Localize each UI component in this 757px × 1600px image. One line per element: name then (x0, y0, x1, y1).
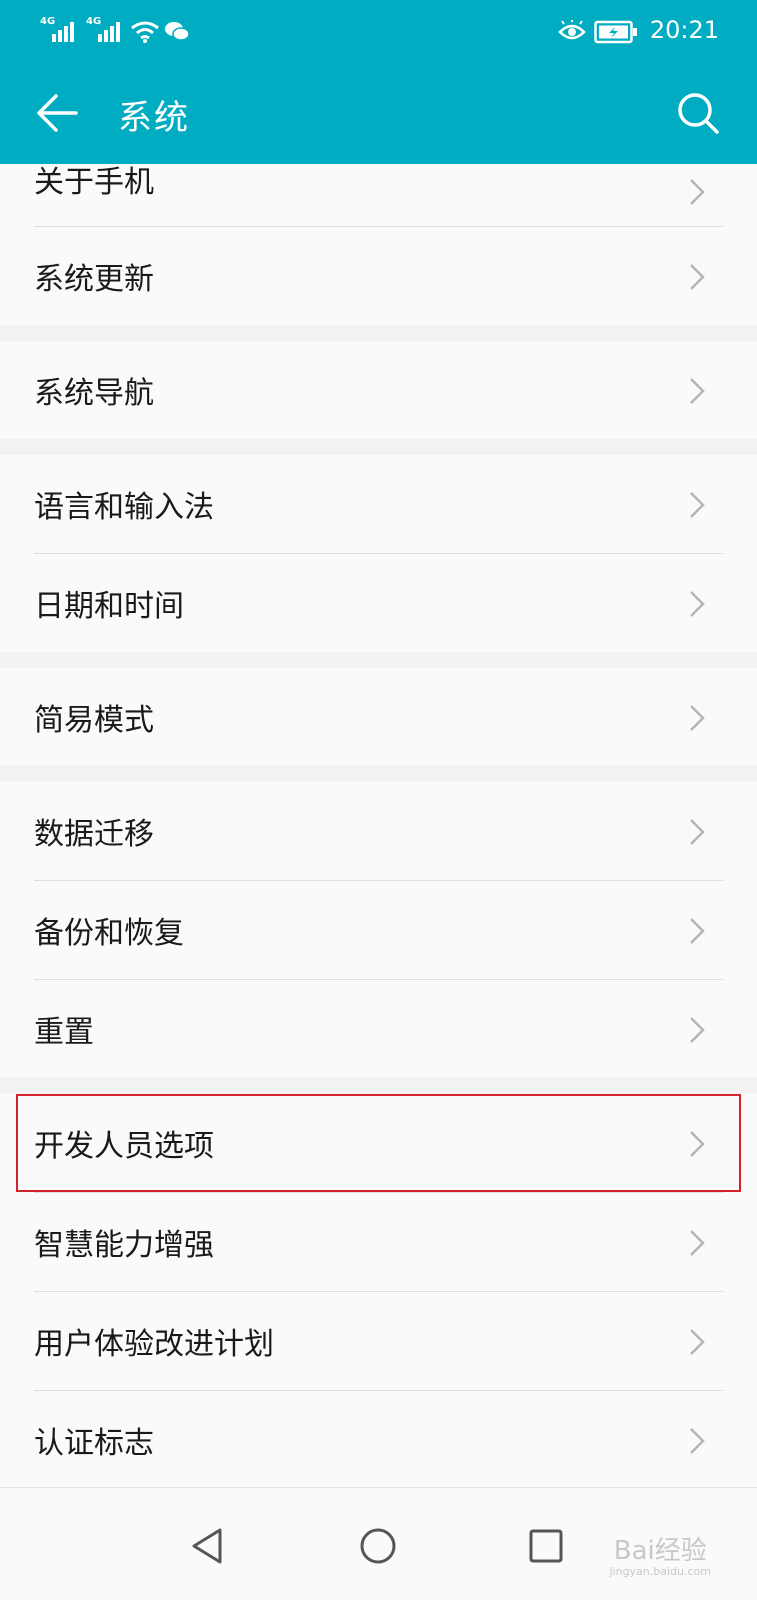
chevron-right-icon (690, 1329, 705, 1355)
list-item-label: 开发人员选项 (34, 1129, 214, 1164)
page-title: 系统 (118, 98, 190, 138)
settings-group: 系统导航 (0, 341, 757, 439)
list-item-label: 语言和输入法 (34, 490, 214, 525)
list-item-simple-mode[interactable]: 简易模式 (0, 668, 757, 766)
list-item-label: 备份和恢复 (34, 916, 184, 951)
watermark-sub: jingyan.baidu.com (609, 1565, 711, 1578)
list-item-backup-restore[interactable]: 备份和恢复 (0, 881, 757, 979)
list-item-label: 认证标志 (34, 1426, 154, 1461)
settings-list: 关于手机 系统更新 系统导航 语言和输入法 日期和时间 简易模式 数据迁移 备份… (0, 164, 757, 1489)
list-item-label: 用户体验改进计划 (34, 1327, 274, 1362)
chevron-right-icon (690, 705, 705, 731)
group-gap (0, 1078, 757, 1094)
chevron-right-icon (690, 1131, 705, 1157)
navigation-bar: Bai经验 jingyan.baidu.com (0, 1487, 757, 1600)
chevron-right-icon (690, 1428, 705, 1454)
app-bar: 系统 (0, 62, 757, 164)
chevron-right-icon (690, 918, 705, 944)
list-item-system-update[interactable]: 系统更新 (0, 227, 757, 325)
list-item-label: 系统更新 (34, 262, 154, 297)
chevron-right-icon (690, 1230, 705, 1256)
group-gap (0, 766, 757, 782)
eye-comfort-icon (558, 20, 586, 40)
group-gap (0, 652, 757, 668)
list-item-reset[interactable]: 重置 (0, 980, 757, 1078)
chevron-right-icon (690, 378, 705, 404)
chevron-right-icon (690, 819, 705, 845)
list-item-label: 智慧能力增强 (34, 1228, 214, 1263)
chevron-right-icon (690, 179, 705, 205)
list-item-about-phone[interactable]: 关于手机 (0, 164, 757, 226)
list-item-developer-options[interactable]: 开发人员选项 (16, 1094, 741, 1192)
list-item-label: 日期和时间 (34, 589, 184, 624)
settings-group: 关于手机 系统更新 (0, 164, 757, 325)
chevron-right-icon (690, 264, 705, 290)
settings-group: 数据迁移 备份和恢复 重置 (0, 782, 757, 1078)
wechat-icon (165, 22, 190, 41)
battery-charging-icon (594, 20, 637, 44)
list-item-date-time[interactable]: 日期和时间 (0, 554, 757, 652)
wifi-icon (131, 21, 159, 43)
watermark-text: Bai经验 (613, 1536, 707, 1566)
group-gap (0, 325, 757, 341)
settings-group: 简易模式 (0, 668, 757, 766)
list-item-system-navigation[interactable]: 系统导航 (0, 341, 757, 439)
settings-group: 开发人员选项 智慧能力增强 用户体验改进计划 认证标志 (0, 1094, 757, 1489)
watermark: Bai经验 jingyan.baidu.com (609, 1530, 711, 1578)
search-icon[interactable] (675, 90, 721, 136)
list-item-language-input[interactable]: 语言和输入法 (0, 455, 757, 553)
chevron-right-icon (690, 492, 705, 518)
recents-square-icon[interactable] (526, 1526, 566, 1566)
list-item-label: 重置 (34, 1015, 94, 1050)
list-item-label: 数据迁移 (34, 817, 154, 852)
list-item-user-experience-plan[interactable]: 用户体验改进计划 (0, 1292, 757, 1390)
list-item-smart-enhancement[interactable]: 智慧能力增强 (0, 1193, 757, 1291)
list-item-label: 关于手机 (34, 165, 154, 200)
arrow-left-icon[interactable] (34, 90, 80, 136)
list-item-data-migration[interactable]: 数据迁移 (0, 782, 757, 880)
group-gap (0, 439, 757, 455)
chevron-right-icon (690, 1017, 705, 1043)
chevron-right-icon (690, 591, 705, 617)
list-item-certification-logos[interactable]: 认证标志 (0, 1391, 757, 1489)
list-item-label: 系统导航 (34, 376, 154, 411)
back-triangle-icon[interactable] (188, 1526, 228, 1566)
list-item-label: 简易模式 (34, 703, 154, 738)
status-time: 20:21 (649, 16, 719, 44)
status-bar: 4G 4G 20:21 (0, 0, 757, 62)
home-circle-icon[interactable] (358, 1526, 398, 1566)
settings-group: 语言和输入法 日期和时间 (0, 455, 757, 652)
